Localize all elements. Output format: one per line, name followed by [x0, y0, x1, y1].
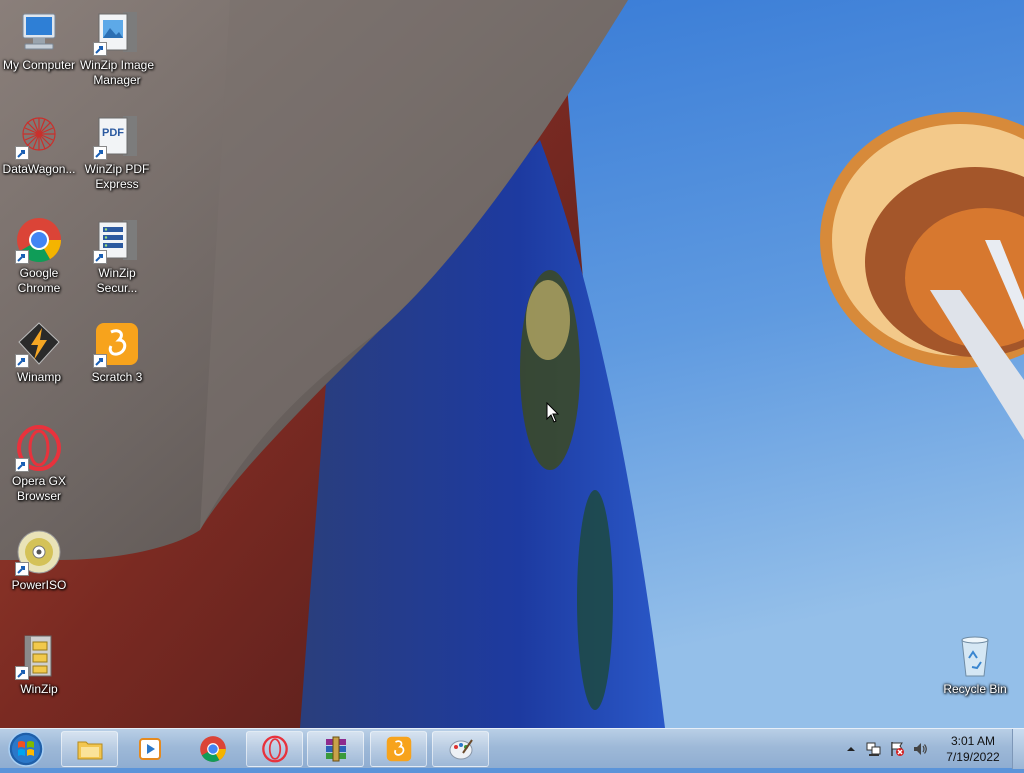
desktop-icon-my-computer[interactable]: My Computer — [0, 2, 78, 73]
desktop-icon-label: Recycle Bin — [943, 682, 1007, 696]
desktop-icon-scratch-3[interactable]: Scratch 3 — [78, 314, 156, 385]
shortcut-arrow-icon — [93, 354, 107, 368]
volume-icon — [914, 743, 927, 755]
opera-gx-icon — [261, 735, 288, 763]
desktop-icon-label: WinZip PDF Express — [84, 162, 150, 191]
desktop-icon-label: WinZip — [20, 682, 58, 696]
winzip-secure-backup-icon — [93, 216, 141, 264]
windows-start-orb-icon — [8, 731, 44, 767]
datawagon-icon — [15, 112, 63, 160]
clock-time: 3:01 AM — [950, 734, 996, 748]
desktop-icon-winzip[interactable]: WinZip — [0, 626, 78, 697]
winzip-image-manager-icon — [93, 8, 141, 56]
network-icon — [866, 742, 881, 756]
show-hidden-icons-button[interactable] — [843, 741, 859, 757]
desktop-icon-opera-gx[interactable]: Opera GX Browser — [0, 418, 78, 504]
desktop-icon-label: My Computer — [2, 58, 76, 72]
winzip-pdf-express-icon: PDF — [93, 112, 141, 160]
svg-text:PDF: PDF — [102, 127, 124, 139]
volume-tray-button[interactable] — [912, 741, 928, 757]
desktop-icon-winzip-image-manager[interactable]: WinZip Image Manager — [78, 2, 156, 88]
desktop-icon-winamp[interactable]: Winamp — [0, 314, 78, 385]
shortcut-arrow-icon — [93, 146, 107, 160]
shortcut-arrow-icon — [15, 354, 29, 368]
taskbar: 3:01 AM 7/19/2022 — [0, 728, 1024, 769]
desktop[interactable]: My Computer WinZip Image Manager DataWag… — [0, 0, 1024, 728]
computer-icon — [15, 8, 63, 56]
taskbar-button-winrar[interactable] — [307, 731, 364, 767]
desktop-icon-label: WinZip Image Manager — [79, 58, 155, 87]
media-player-icon — [138, 738, 161, 760]
shortcut-arrow-icon — [93, 250, 107, 264]
taskbar-button-paint[interactable] — [432, 731, 489, 767]
desktop-icon-label: Opera GX Browser — [11, 474, 67, 503]
scratch-icon — [93, 320, 141, 368]
shortcut-arrow-icon — [93, 42, 107, 56]
shortcut-arrow-icon — [15, 458, 29, 472]
mouse-cursor-icon — [546, 402, 560, 423]
desktop-icon-winzip-pdf-express[interactable]: PDF WinZip PDF Express — [78, 106, 156, 192]
winzip-icon — [15, 632, 63, 680]
desktop-icon-poweriso[interactable]: PowerISO — [0, 522, 78, 593]
chrome-icon — [199, 736, 226, 762]
winrar-icon — [325, 736, 346, 762]
desktop-icon-label: DataWagon... — [2, 162, 76, 176]
desktop-icon-label: PowerISO — [11, 578, 67, 592]
taskbar-button-file-explorer[interactable] — [61, 731, 118, 767]
show-hidden-icons-chevron-icon — [847, 747, 855, 751]
shortcut-arrow-icon — [15, 666, 29, 680]
taskbar-button-media-player[interactable] — [121, 731, 178, 767]
folder-icon — [77, 741, 102, 760]
desktop-icon-winzip-secure[interactable]: WinZip Secur... — [78, 210, 156, 296]
desktop-icon-label: Winamp — [16, 370, 61, 384]
winamp-icon — [15, 320, 63, 368]
action-center-tray-button[interactable] — [889, 741, 905, 757]
network-tray-button[interactable] — [866, 741, 882, 757]
shortcut-arrow-icon — [15, 250, 29, 264]
desktop-icon-recycle-bin[interactable]: Recycle Bin — [936, 626, 1014, 697]
opera-gx-icon — [15, 424, 63, 472]
poweriso-icon — [15, 528, 63, 576]
scratch-icon — [386, 736, 411, 762]
paint-palette-icon — [449, 739, 473, 760]
desktop-icon-label: WinZip Secur... — [96, 266, 138, 295]
action-center-flag-icon — [891, 742, 904, 756]
clock-date: 7/19/2022 — [946, 750, 1000, 764]
desktop-icon-label: Google Chrome — [17, 266, 61, 295]
desktop-icon-google-chrome[interactable]: Google Chrome — [0, 210, 78, 296]
shortcut-arrow-icon — [15, 146, 29, 160]
shortcut-arrow-icon — [15, 562, 29, 576]
desktop-icon-label: Scratch 3 — [91, 370, 143, 384]
taskbar-button-chrome[interactable] — [184, 731, 241, 767]
recycle-bin-icon — [951, 632, 999, 680]
show-desktop-button[interactable] — [1012, 729, 1024, 769]
taskbar-button-scratch[interactable] — [370, 731, 427, 767]
start-button[interactable] — [4, 730, 48, 768]
chrome-icon — [15, 216, 63, 264]
clock[interactable]: 3:01 AM 7/19/2022 — [930, 733, 1016, 765]
desktop-icon-datawagon[interactable]: DataWagon... — [0, 106, 78, 177]
taskbar-button-opera-gx[interactable] — [246, 731, 303, 767]
